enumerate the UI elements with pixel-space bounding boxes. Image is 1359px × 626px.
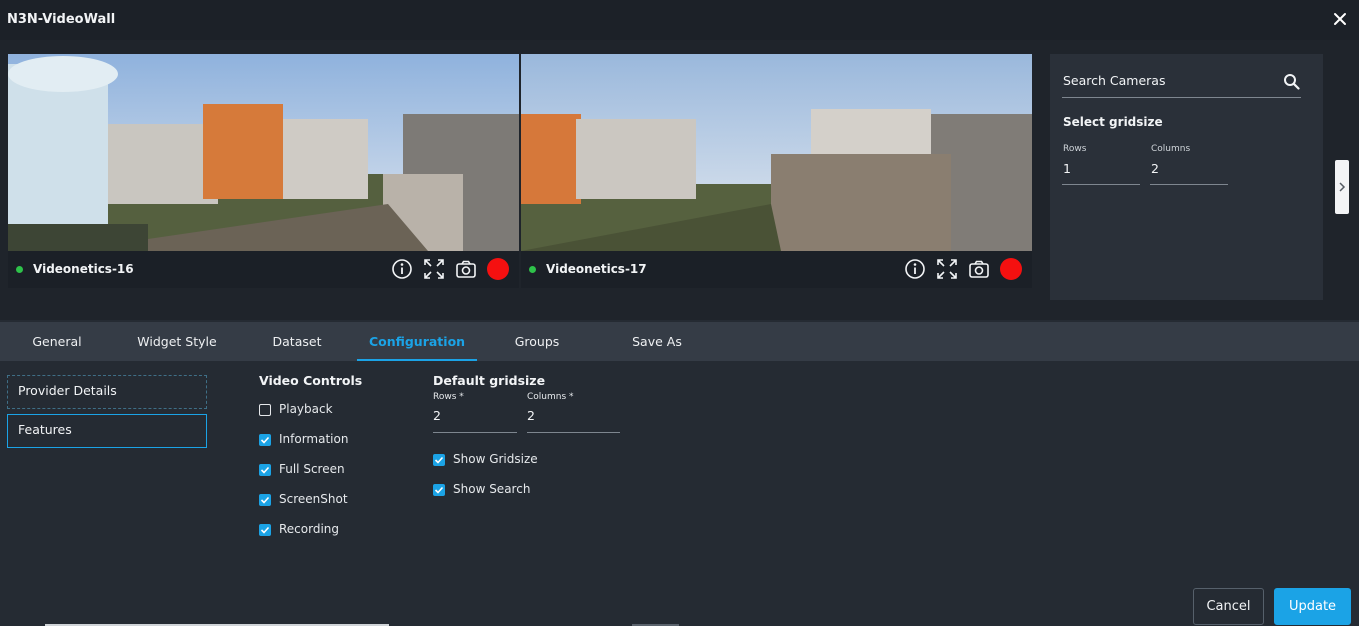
status-dot bbox=[16, 266, 23, 273]
checkbox-label: Playback bbox=[279, 402, 333, 416]
nav-features[interactable]: Features bbox=[7, 414, 207, 448]
rows-label: Rows bbox=[1063, 144, 1087, 154]
tab-widget-style[interactable]: Widget Style bbox=[117, 322, 237, 361]
camera-tile: Videonetics-17 bbox=[521, 54, 1032, 288]
camera-feed bbox=[8, 54, 519, 251]
close-icon[interactable] bbox=[1331, 10, 1349, 28]
tab-configuration[interactable]: Configuration bbox=[357, 322, 477, 361]
settings-tabs: General Widget Style Dataset Configurati… bbox=[0, 322, 1359, 361]
tab-save-as[interactable]: Save As bbox=[597, 322, 717, 361]
camera-icon[interactable] bbox=[455, 258, 477, 280]
camera-tile: Videonetics-16 bbox=[8, 54, 519, 288]
camera-icon[interactable] bbox=[968, 258, 990, 280]
checkbox-checked-icon bbox=[433, 484, 445, 496]
fullscreen-icon[interactable] bbox=[936, 258, 958, 280]
camera-toolbar: Videonetics-17 bbox=[521, 251, 1032, 288]
panel-expand-handle[interactable] bbox=[1335, 160, 1349, 214]
default-rows-label: Rows * bbox=[433, 392, 464, 402]
default-rows-field[interactable]: 2 bbox=[433, 408, 441, 423]
search-icon[interactable] bbox=[1283, 73, 1300, 90]
camera-feed bbox=[521, 54, 1032, 251]
columns-label: Columns bbox=[1151, 144, 1191, 154]
tab-general[interactable]: General bbox=[0, 322, 117, 361]
record-icon[interactable] bbox=[1000, 258, 1022, 280]
checkbox-unchecked-icon bbox=[259, 404, 271, 416]
checkbox-label: ScreenShot bbox=[279, 492, 348, 506]
fullscreen-icon[interactable] bbox=[423, 258, 445, 280]
checkbox-label: Full Screen bbox=[279, 462, 345, 476]
status-dot bbox=[529, 266, 536, 273]
camera-toolbar: Videonetics-16 bbox=[8, 251, 519, 288]
default-rows-underline bbox=[433, 432, 517, 433]
video-controls-heading: Video Controls bbox=[259, 373, 363, 388]
default-columns-label: Columns * bbox=[527, 392, 574, 402]
window-title: N3N-VideoWall bbox=[7, 12, 116, 27]
rows-underline bbox=[1062, 184, 1140, 185]
cancel-button[interactable]: Cancel bbox=[1193, 588, 1264, 625]
checkbox-checked-icon bbox=[433, 454, 445, 466]
checkbox-checked-icon bbox=[259, 494, 271, 506]
videowall-preview: Videonetics-16 Videonetics-17 Search Cam… bbox=[0, 40, 1359, 320]
checkbox-checked-icon bbox=[259, 524, 271, 536]
title-bar: N3N-VideoWall bbox=[0, 0, 1359, 40]
update-button[interactable]: Update bbox=[1274, 588, 1351, 625]
camera-side-panel: Search Cameras Select gridsize Rows Colu… bbox=[1050, 54, 1323, 300]
default-columns-underline bbox=[527, 432, 620, 433]
search-underline bbox=[1062, 97, 1301, 98]
chevron-right-icon bbox=[1339, 182, 1346, 192]
camera-name: Videonetics-16 bbox=[33, 262, 134, 276]
checkbox-label: Recording bbox=[279, 522, 340, 536]
columns-field[interactable]: 2 bbox=[1151, 161, 1159, 176]
columns-underline bbox=[1150, 184, 1228, 185]
checkbox-label: Information bbox=[279, 432, 349, 446]
default-columns-field[interactable]: 2 bbox=[527, 408, 535, 423]
info-icon[interactable] bbox=[904, 258, 926, 280]
checkbox-label: Show Search bbox=[453, 482, 531, 496]
record-icon[interactable] bbox=[487, 258, 509, 280]
info-icon[interactable] bbox=[391, 258, 413, 280]
camera-name: Videonetics-17 bbox=[546, 262, 647, 276]
nav-provider-details[interactable]: Provider Details bbox=[7, 375, 207, 409]
search-cameras-input[interactable]: Search Cameras bbox=[1063, 73, 1165, 88]
checkbox-checked-icon bbox=[259, 464, 271, 476]
tab-dataset[interactable]: Dataset bbox=[237, 322, 357, 361]
checkbox-checked-icon bbox=[259, 434, 271, 446]
default-gridsize-heading: Default gridsize bbox=[433, 373, 546, 388]
select-gridsize-heading: Select gridsize bbox=[1063, 115, 1163, 129]
tab-groups[interactable]: Groups bbox=[477, 322, 597, 361]
rows-field[interactable]: 1 bbox=[1063, 161, 1071, 176]
checkbox-label: Show Gridsize bbox=[453, 452, 538, 466]
